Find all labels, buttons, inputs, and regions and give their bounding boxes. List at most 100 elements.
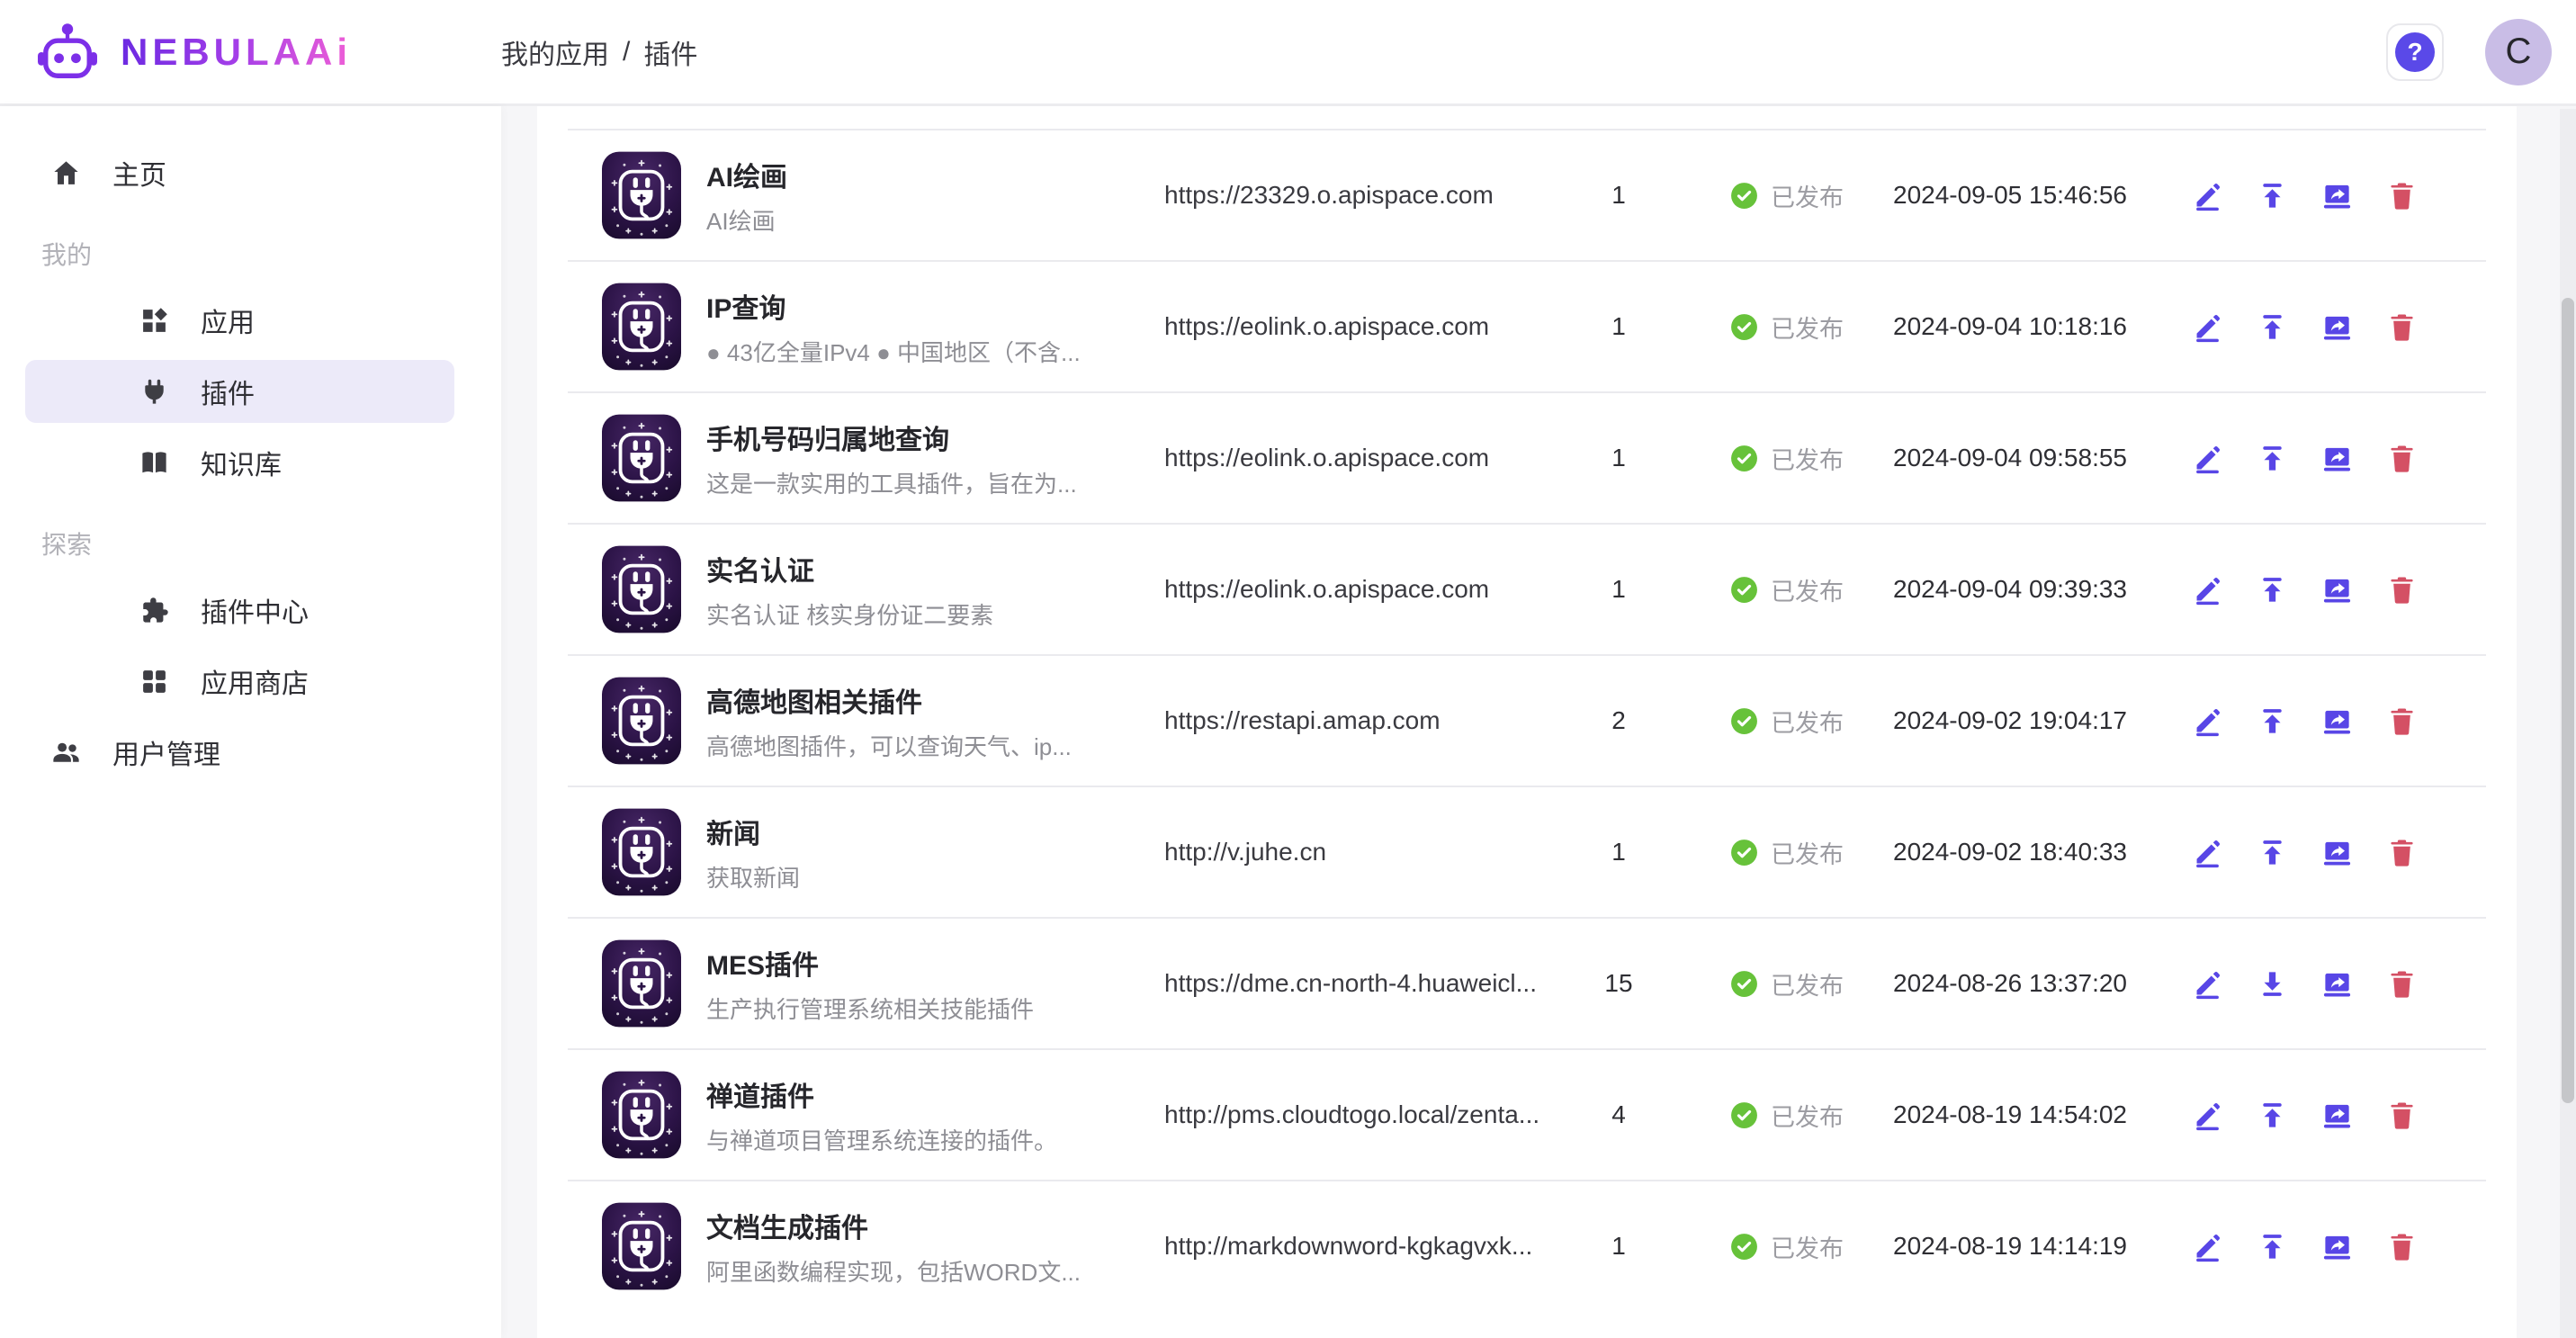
plugin-name: 新闻 [706, 812, 800, 851]
upload-button[interactable] [2257, 180, 2288, 211]
plugin-cell: MES插件 生产执行管理系统相关技能插件 [568, 939, 1164, 1028]
edit-button[interactable] [2192, 180, 2223, 211]
delete-button[interactable] [2386, 1100, 2418, 1131]
check-circle-icon [1729, 312, 1759, 342]
plugin-meta: MES插件 生产执行管理系统相关技能插件 [706, 943, 1034, 1025]
share-button[interactable] [2321, 443, 2353, 474]
share-button[interactable] [2321, 837, 2353, 868]
upload-button[interactable] [2257, 705, 2288, 737]
upload-button[interactable] [2257, 311, 2288, 343]
delete-button[interactable] [2386, 837, 2418, 868]
upload-button[interactable] [2257, 837, 2288, 868]
plugin-description: 阿里函数编程实现，包括WORD文... [706, 1254, 1081, 1288]
trash-icon [2386, 443, 2418, 474]
scrollbar-track [2560, 109, 2576, 1338]
share-icon [2321, 1231, 2353, 1262]
edit-button[interactable] [2192, 311, 2223, 343]
delete-button[interactable] [2386, 443, 2418, 474]
plugin-description: 生产执行管理系统相关技能插件 [706, 992, 1034, 1025]
status-badge: 已发布 [1677, 1098, 1893, 1133]
plugin-avatar-icon [602, 545, 681, 633]
share-button[interactable] [2321, 1100, 2353, 1131]
trash-icon [2386, 705, 2418, 737]
upload-button[interactable] [2257, 1100, 2288, 1131]
scrollbar-thumb[interactable] [2562, 298, 2574, 1103]
plugin-description: 实名认证 核实身份证二要素 [706, 597, 993, 631]
sidebar-item-home[interactable]: 主页 [25, 141, 454, 204]
upload-button[interactable] [2257, 443, 2288, 474]
share-icon [2321, 837, 2353, 868]
edit-icon [2192, 1100, 2223, 1131]
plugin-avatar-icon [602, 808, 681, 896]
plugin-description: 这是一款实用的工具插件，旨在为... [706, 466, 1077, 499]
status-badge: 已发布 [1677, 835, 1893, 870]
upload-button[interactable] [2257, 574, 2288, 606]
sidebar-item-apps[interactable]: 应用 [25, 289, 454, 352]
share-button[interactable] [2321, 180, 2353, 211]
plugin-cell: 文档生成插件 阿里函数编程实现，包括WORD文... [568, 1202, 1164, 1290]
row-actions [2127, 968, 2486, 1000]
delete-button[interactable] [2386, 180, 2418, 211]
trash-icon [2386, 180, 2418, 211]
upload-button[interactable] [2257, 1231, 2288, 1262]
check-circle-icon [1729, 181, 1759, 211]
delete-button[interactable] [2386, 705, 2418, 737]
delete-button[interactable] [2386, 968, 2418, 1000]
edit-button[interactable] [2192, 443, 2223, 474]
brand-logo[interactable]: NEBULAAi [36, 21, 501, 84]
edit-button[interactable] [2192, 705, 2223, 737]
share-button[interactable] [2321, 1231, 2353, 1262]
delete-button[interactable] [2386, 311, 2418, 343]
users-icon [50, 737, 82, 768]
status-label: 已发布 [1771, 966, 1844, 1001]
sidebar-item-plugin-center[interactable]: 插件中心 [25, 579, 454, 642]
plugin-url: http://markdownword-kgkagvxk... [1164, 1232, 1560, 1261]
plugin-url: https://dme.cn-north-4.huaweicl... [1164, 969, 1560, 998]
plugin-name: 高德地图相关插件 [706, 680, 1072, 720]
download-button[interactable] [2257, 968, 2288, 1000]
share-button[interactable] [2321, 574, 2353, 606]
plugin-url: https://23329.o.apispace.com [1164, 181, 1560, 210]
sidebar-item-knowledge[interactable]: 知识库 [25, 431, 454, 494]
delete-button[interactable] [2386, 574, 2418, 606]
sidebar-item-user-management[interactable]: 用户管理 [25, 721, 454, 784]
table-row: 禅道插件 与禅道项目管理系统连接的插件。 http://pms.cloudtog… [568, 1048, 2486, 1180]
plugin-meta: 高德地图相关插件 高德地图插件，可以查询天气、ip... [706, 680, 1072, 762]
sidebar-item-plugins[interactable]: 插件 [25, 360, 454, 423]
trash-icon [2386, 837, 2418, 868]
share-button[interactable] [2321, 705, 2353, 737]
table-row: MES插件 生产执行管理系统相关技能插件 https://dme.cn-nort… [568, 917, 2486, 1048]
plugin-cell: 新闻 获取新闻 [568, 808, 1164, 896]
sidebar-item-app-store[interactable]: 应用商店 [25, 650, 454, 713]
plugin-url: http://pms.cloudtogo.local/zenta... [1164, 1100, 1560, 1129]
share-button[interactable] [2321, 311, 2353, 343]
breadcrumb-parent[interactable]: 我的应用 [501, 32, 609, 72]
avatar[interactable]: C [2485, 19, 2552, 85]
share-icon [2321, 180, 2353, 211]
trash-icon [2386, 968, 2418, 1000]
row-actions [2127, 574, 2486, 606]
plugin-description: 与禅道项目管理系统连接的插件。 [706, 1123, 1057, 1156]
edit-icon [2192, 311, 2223, 343]
plugin-cell: AI绘画 AI绘画 [568, 151, 1164, 239]
status-badge: 已发布 [1677, 704, 1893, 739]
edit-button[interactable] [2192, 837, 2223, 868]
apps-icon [139, 305, 170, 337]
share-button[interactable] [2321, 968, 2353, 1000]
delete-button[interactable] [2386, 1231, 2418, 1262]
sidebar-section-label: 探索 [0, 502, 501, 570]
share-icon [2321, 443, 2353, 474]
plugin-cell: 禅道插件 与禅道项目管理系统连接的插件。 [568, 1071, 1164, 1159]
help-button[interactable]: ? [2386, 23, 2444, 81]
edit-button[interactable] [2192, 1100, 2223, 1131]
status-badge: 已发布 [1677, 572, 1893, 607]
book-icon [139, 447, 170, 479]
edit-button[interactable] [2192, 968, 2223, 1000]
edit-button[interactable] [2192, 1231, 2223, 1262]
plugin-cell: 高德地图相关插件 高德地图插件，可以查询天气、ip... [568, 677, 1164, 765]
row-actions [2127, 705, 2486, 737]
edit-button[interactable] [2192, 574, 2223, 606]
status-label: 已发布 [1771, 835, 1844, 870]
plugin-count: 4 [1560, 1100, 1677, 1129]
row-actions [2127, 837, 2486, 868]
